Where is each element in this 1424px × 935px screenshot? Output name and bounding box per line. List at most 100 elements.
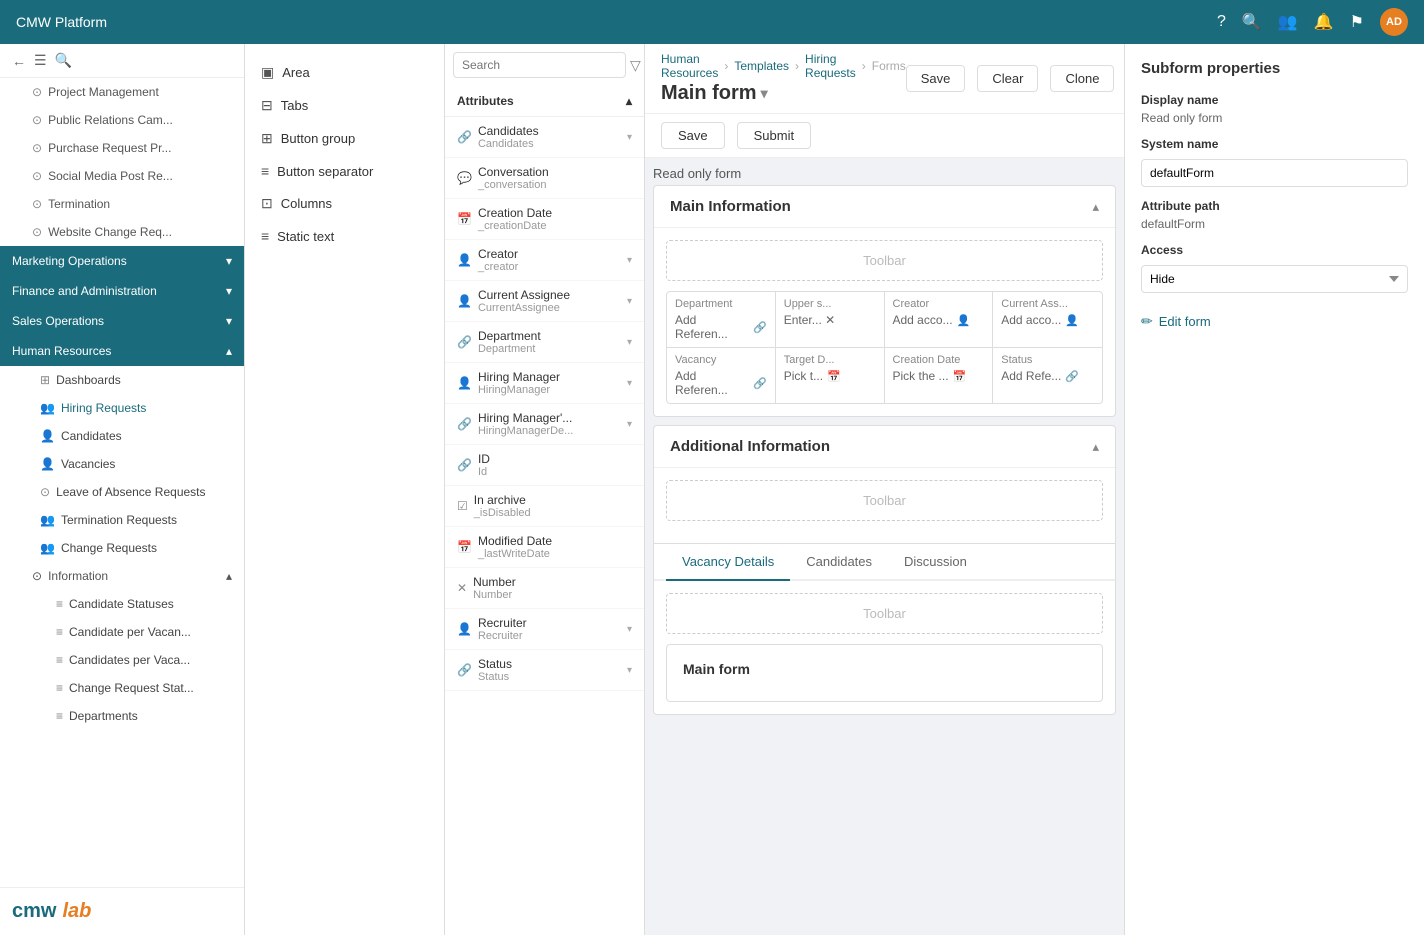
clone-button[interactable]: Clone bbox=[1050, 65, 1114, 92]
attr-item-current-assignee[interactable]: 👤 Current Assignee CurrentAssignee ▾ bbox=[445, 281, 644, 322]
help-icon[interactable]: ? bbox=[1217, 13, 1226, 31]
display-name-label: Display name bbox=[1141, 93, 1408, 107]
attr-item-in-archive[interactable]: ☑ In archive _isDisabled bbox=[445, 486, 644, 527]
section-collapse-icon-2[interactable]: ▴ bbox=[1092, 439, 1099, 455]
sidebar-item-website-change[interactable]: ⊙ Website Change Req... bbox=[0, 218, 244, 246]
tab-vacancy-details[interactable]: Vacancy Details bbox=[666, 544, 790, 581]
sidebar-collapse-icon[interactable]: ← bbox=[12, 53, 26, 69]
chevron-down-icon: ▾ bbox=[226, 314, 232, 328]
attr-item-creation-date[interactable]: 📅 Creation Date _creationDate bbox=[445, 199, 644, 240]
expand-icon[interactable]: ▾ bbox=[627, 337, 632, 348]
sidebar-menu-icon[interactable]: ☰ bbox=[34, 52, 47, 69]
sidebar: ← ☰ 🔍 ⊙ Project Management ⊙ Public Rela… bbox=[0, 44, 245, 935]
expand-icon[interactable]: ▾ bbox=[627, 624, 632, 635]
attr-collapse-icon[interactable]: ▴ bbox=[626, 94, 632, 108]
expand-icon[interactable]: ▾ bbox=[627, 296, 632, 307]
breadcrumb-templates[interactable]: Templates bbox=[734, 59, 789, 73]
component-button-group[interactable]: ⊞ Button group bbox=[245, 122, 444, 155]
expand-icon[interactable]: ▾ bbox=[627, 419, 632, 430]
sidebar-group-sales[interactable]: Sales Operations ▾ bbox=[0, 306, 244, 336]
logo-cmw: cmw bbox=[12, 900, 56, 923]
section-collapse-icon[interactable]: ▴ bbox=[1092, 199, 1099, 215]
sidebar-item-candidates[interactable]: 👤 Candidates bbox=[0, 422, 244, 450]
tab-discussion[interactable]: Discussion bbox=[888, 544, 983, 581]
sidebar-info-group[interactable]: ⊙ Information ▴ bbox=[0, 562, 244, 590]
sidebar-item-public-relations[interactable]: ⊙ Public Relations Cam... bbox=[0, 106, 244, 134]
edit-form-button[interactable]: ✏ Edit form bbox=[1141, 313, 1408, 330]
form-cell-creator[interactable]: Creator Add acco... 👤 bbox=[885, 292, 994, 348]
component-button-separator[interactable]: ≡ Button separator bbox=[245, 155, 444, 187]
sidebar-group-hr[interactable]: Human Resources ▴ bbox=[0, 336, 244, 366]
breadcrumb-hr[interactable]: Human Resources bbox=[661, 52, 718, 80]
cmw-logo: cmw lab bbox=[12, 900, 232, 923]
form-cell-current-ass[interactable]: Current Ass... Add acco... 👤 bbox=[993, 292, 1102, 348]
sidebar-item-change-request-stat[interactable]: ≡ Change Request Stat... bbox=[16, 674, 244, 702]
component-columns[interactable]: ⊡ Columns bbox=[245, 187, 444, 220]
sidebar-item-project-management[interactable]: ⊙ Project Management bbox=[0, 78, 244, 106]
bell-icon[interactable]: 🔔 bbox=[1314, 12, 1334, 32]
tab-candidates[interactable]: Candidates bbox=[790, 544, 888, 581]
attribute-path-value: defaultForm bbox=[1141, 217, 1408, 231]
attr-item-hiring-manager[interactable]: 👤 Hiring Manager HiringManager ▾ bbox=[445, 363, 644, 404]
form-save-button[interactable]: Save bbox=[661, 122, 725, 149]
filter-icon[interactable]: ▽ bbox=[630, 57, 641, 74]
sidebar-item-candidate-per-vacan[interactable]: ≡ Candidate per Vacan... bbox=[16, 618, 244, 646]
sidebar-item-vacancies[interactable]: 👤 Vacancies bbox=[0, 450, 244, 478]
attr-item-department[interactable]: 🔗 Department Department ▾ bbox=[445, 322, 644, 363]
form-cell-creation-date[interactable]: Creation Date Pick the ... 📅 bbox=[885, 348, 994, 403]
attr-item-id[interactable]: 🔗 ID Id bbox=[445, 445, 644, 486]
save-button[interactable]: Save bbox=[906, 65, 966, 92]
info-icon: ⊙ bbox=[32, 569, 42, 583]
sidebar-item-candidate-statuses[interactable]: ≡ Candidate Statuses bbox=[16, 590, 244, 618]
sidebar-search-icon[interactable]: 🔍 bbox=[55, 52, 72, 69]
expand-icon[interactable]: ▾ bbox=[627, 665, 632, 676]
sidebar-item-departments[interactable]: ≡ Departments bbox=[16, 702, 244, 730]
sidebar-item-candidates-per-vaca[interactable]: ≡ Candidates per Vaca... bbox=[16, 646, 244, 674]
form-cell-target-d[interactable]: Target D... Pick t... 📅 bbox=[776, 348, 885, 403]
sidebar-item-purchase-request[interactable]: ⊙ Purchase Request Pr... bbox=[0, 134, 244, 162]
flag-icon[interactable]: ⚑ bbox=[1350, 12, 1364, 32]
attr-item-creator[interactable]: 👤 Creator _creator ▾ bbox=[445, 240, 644, 281]
sidebar-item-hiring-requests[interactable]: 👥 Hiring Requests bbox=[0, 394, 244, 422]
sidebar-item-social-media[interactable]: ⊙ Social Media Post Re... bbox=[0, 162, 244, 190]
form-title-chevron[interactable]: ▾ bbox=[761, 85, 768, 102]
attr-item-conversation[interactable]: 💬 Conversation _conversation bbox=[445, 158, 644, 199]
avatar[interactable]: AD bbox=[1380, 8, 1408, 36]
chevron-down-icon: ▾ bbox=[226, 254, 232, 268]
system-name-input[interactable] bbox=[1141, 159, 1408, 187]
form-submit-button[interactable]: Submit bbox=[737, 122, 811, 149]
attr-item-recruiter[interactable]: 👤 Recruiter Recruiter ▾ bbox=[445, 609, 644, 650]
search-icon[interactable]: 🔍 bbox=[1242, 12, 1262, 32]
form-cell-department[interactable]: Department Add Referen... 🔗 bbox=[667, 292, 776, 348]
access-select[interactable]: Hide Show Read only bbox=[1141, 265, 1408, 293]
attr-list: 🔗 Candidates Candidates ▾ 💬 Conversation bbox=[445, 117, 644, 935]
attr-item-modified-date[interactable]: 📅 Modified Date _lastWriteDate bbox=[445, 527, 644, 568]
attr-item-status[interactable]: 🔗 Status Status ▾ bbox=[445, 650, 644, 691]
sidebar-item-leave-absence[interactable]: ⊙ Leave of Absence Requests bbox=[0, 478, 244, 506]
sidebar-item-termination[interactable]: ⊙ Termination bbox=[0, 190, 244, 218]
expand-icon[interactable]: ▾ bbox=[627, 132, 632, 143]
form-grid-main: Department Add Referen... 🔗 Upper s... E… bbox=[666, 291, 1103, 404]
component-area[interactable]: ▣ Area bbox=[245, 56, 444, 89]
clear-button[interactable]: Clear bbox=[977, 65, 1038, 92]
expand-icon[interactable]: ▾ bbox=[627, 378, 632, 389]
sidebar-item-termination-requests[interactable]: 👥 Termination Requests bbox=[0, 506, 244, 534]
sidebar-item-dashboards[interactable]: ⊞ Dashboards bbox=[0, 366, 244, 394]
form-cell-vacancy[interactable]: Vacancy Add Referen... 🔗 bbox=[667, 348, 776, 403]
form-cell-status[interactable]: Status Add Refe... 🔗 bbox=[993, 348, 1102, 403]
attr-item-candidates[interactable]: 🔗 Candidates Candidates ▾ bbox=[445, 117, 644, 158]
attr-item-number[interactable]: ✕ Number Number bbox=[445, 568, 644, 609]
sidebar-group-finance[interactable]: Finance and Administration ▾ bbox=[0, 276, 244, 306]
link-icon: 🔗 bbox=[457, 130, 472, 144]
sidebar-group-marketing[interactable]: Marketing Operations ▾ bbox=[0, 246, 244, 276]
users-icon[interactable]: 👥 bbox=[1278, 12, 1298, 32]
expand-icon[interactable]: ▾ bbox=[627, 255, 632, 266]
attr-item-hiring-manager-dept[interactable]: 🔗 Hiring Manager'... HiringManagerDe... … bbox=[445, 404, 644, 445]
breadcrumb-hiring[interactable]: Hiring Requests bbox=[805, 52, 856, 80]
component-static-text[interactable]: ≡ Static text bbox=[245, 220, 444, 252]
component-tabs[interactable]: ⊟ Tabs bbox=[245, 89, 444, 122]
sidebar-item-change-requests[interactable]: 👥 Change Requests bbox=[0, 534, 244, 562]
area-icon: ▣ bbox=[261, 64, 274, 81]
attr-search-input[interactable] bbox=[453, 52, 626, 78]
form-cell-upper-s[interactable]: Upper s... Enter... ✕ bbox=[776, 292, 885, 348]
